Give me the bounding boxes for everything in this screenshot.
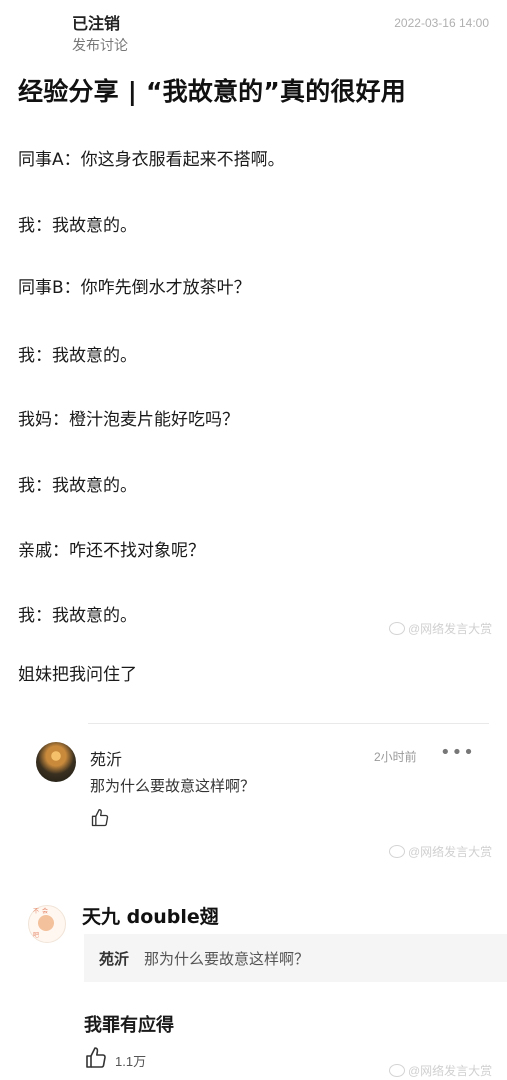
post-date: 2022-03-16 14:00	[394, 16, 489, 30]
post-type-label: 发布讨论	[72, 38, 128, 54]
post-body-line: 同事B：你咋先倒水才放茶叶？	[18, 278, 251, 298]
avatar[interactable]	[36, 742, 76, 782]
watermark: @网络发言大赏	[389, 1062, 492, 1079]
post-title: 经验分享 | “我故意的”真的很好用	[18, 77, 407, 106]
comment-author[interactable]: 天九 double翅	[82, 902, 219, 929]
more-options-icon[interactable]: •••	[440, 742, 475, 763]
avatar[interactable]: 不 会 吧	[28, 905, 66, 943]
watermark-text: @网络发言大赏	[408, 1064, 493, 1078]
watermark: @网络发言大赏	[389, 620, 492, 637]
watermark-text: @网络发言大赏	[408, 622, 493, 636]
post-body-line: 我：我故意的。	[18, 346, 137, 366]
quoted-text: 那为什么要故意这样啊？	[144, 950, 310, 968]
post-body-line: 我：我故意的。	[18, 476, 137, 496]
post-body-line: 亲戚：咋还不找对象呢？	[18, 541, 205, 561]
weibo-icon	[389, 845, 405, 858]
weibo-icon	[389, 1064, 405, 1077]
thumbs-up-icon[interactable]	[90, 808, 110, 828]
post-body-line: 我：我故意的。	[18, 216, 137, 236]
quoted-author[interactable]: 苑沂	[99, 948, 129, 969]
comment-text: 那为什么要故意这样啊？	[90, 777, 256, 795]
watermark-text: @网络发言大赏	[408, 845, 493, 859]
watermark: @网络发言大赏	[389, 843, 492, 860]
post-body-line: 姐妹把我问住了	[18, 665, 137, 685]
comment-author[interactable]: 苑沂	[90, 746, 122, 770]
post-body-line: 我：我故意的。	[18, 606, 137, 626]
author-name[interactable]: 已注销	[72, 10, 120, 34]
comment-time: 2小时前	[374, 750, 417, 764]
comment-text: 我罪有应得	[84, 1015, 174, 1036]
thumbs-up-icon[interactable]	[84, 1046, 108, 1070]
post-body-line: 我妈：橙汁泡麦片能好吃吗？	[18, 410, 239, 430]
like-count: 1.1万	[115, 1054, 147, 1069]
weibo-icon	[389, 622, 405, 635]
divider	[88, 723, 489, 724]
post-body-line: 同事A：你这身衣服看起来不搭啊。	[18, 150, 285, 170]
